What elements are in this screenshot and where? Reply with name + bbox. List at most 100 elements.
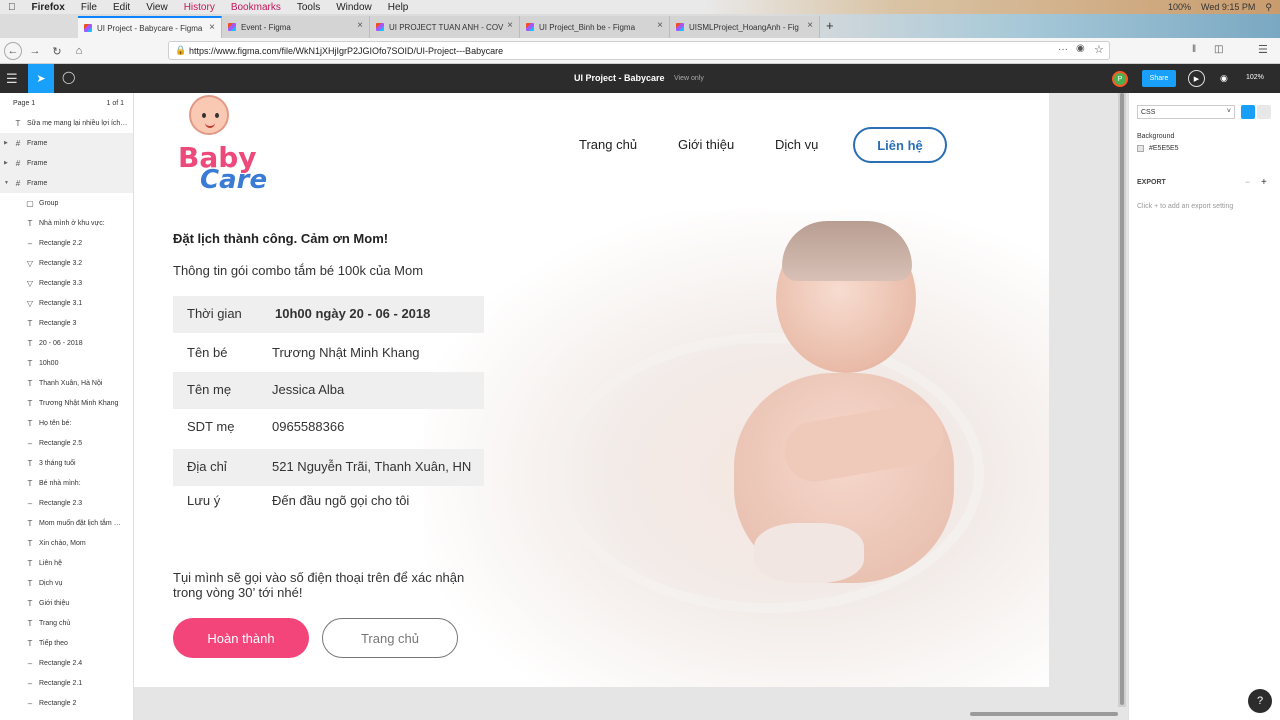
page-actions-icon[interactable]: ··· [1058, 44, 1068, 55]
layer-item[interactable]: ▽ Rectangle 3.3 [0, 273, 133, 293]
layer-label: Nhà mình ở khu vực: [39, 219, 105, 227]
layer-item[interactable]: T Dịch vụ [0, 573, 133, 593]
layer-label: 20 - 06 - 2018 [39, 339, 83, 347]
layer-item[interactable]: ▶ # Frame [0, 133, 133, 153]
layer-item[interactable]: T 20 - 06 - 2018 [0, 333, 133, 353]
menu-tools[interactable]: Tools [289, 2, 328, 13]
move-tool-icon[interactable]: ➤ [28, 64, 54, 93]
layer-item[interactable]: T Thanh Xuân, Hà Nội [0, 373, 133, 393]
present-play-icon[interactable]: ▶ [1188, 70, 1205, 87]
layer-item[interactable]: T Liên hệ [0, 553, 133, 573]
background-value[interactable]: #E5E5E5 [1149, 145, 1179, 152]
menu-edit[interactable]: Edit [105, 2, 138, 13]
close-icon[interactable]: × [657, 20, 663, 31]
share-button[interactable]: Share [1142, 70, 1176, 87]
layer-item[interactable]: T Sữa mẹ mang lại nhiều lợi ích… [0, 113, 133, 133]
battery-indicator[interactable]: 100% [1168, 2, 1191, 12]
layer-item[interactable]: T Trang chủ [0, 613, 133, 633]
forward-button[interactable]: → [26, 42, 44, 60]
page-selector[interactable]: Page 1 1 of 1 [0, 93, 133, 113]
layer-item[interactable]: T Bé nhà mình: [0, 473, 133, 493]
background-swatch[interactable] [1137, 145, 1144, 152]
layer-item[interactable]: ▽ Rectangle 3.1 [0, 293, 133, 313]
caret-right-icon[interactable]: ▶ [4, 140, 10, 146]
design-frame[interactable]: Baby Care Trang chủ Giới thiệu Dịch vụ L… [134, 93, 1049, 687]
layer-item[interactable]: – Rectangle 2.5 [0, 433, 133, 453]
clock[interactable]: Wed 9:15 PM [1201, 2, 1255, 12]
browser-tab[interactable]: UI Project - Babycare - Figma × [78, 16, 222, 38]
figma-icon [376, 23, 384, 31]
back-button[interactable]: ← [4, 42, 22, 60]
search-icon[interactable]: ⚲ [1265, 2, 1272, 13]
menu-bookmarks[interactable]: Bookmarks [223, 2, 289, 13]
layer-item[interactable]: T 10h00 [0, 353, 133, 373]
layer-item[interactable]: T Tiếp theo [0, 633, 133, 653]
vertical-scrollbar[interactable] [1118, 93, 1126, 707]
nav-home[interactable]: Trang chủ [579, 137, 637, 152]
new-tab-button[interactable]: + [826, 18, 834, 33]
library-icon[interactable]: ‖ [1192, 44, 1196, 55]
menu-help[interactable]: Help [380, 2, 417, 13]
file-title[interactable]: UI Project - Babycare [574, 73, 665, 83]
close-icon[interactable]: × [507, 20, 513, 31]
lock-icon: 🔒 [175, 45, 187, 55]
pocket-icon[interactable]: ◉ [1076, 43, 1085, 54]
nav-about[interactable]: Giới thiệu [678, 137, 734, 152]
layer-item[interactable]: T Rectangle 3 [0, 313, 133, 333]
menu-firefox[interactable]: Firefox [24, 2, 73, 13]
nav-contact-button[interactable]: Liên hệ [853, 127, 947, 163]
menu-window[interactable]: Window [328, 2, 380, 13]
horizontal-scrollbar[interactable] [970, 712, 1118, 716]
layer-item[interactable]: ▽ Rectangle 3.2 [0, 253, 133, 273]
scroll-thumb[interactable] [1120, 93, 1124, 705]
layer-item[interactable]: T Nhà mình ở khu vực: [0, 213, 133, 233]
code-view-toggle[interactable] [1257, 105, 1271, 119]
bookmark-star-icon[interactable]: ☆ [1094, 43, 1104, 56]
layer-item[interactable]: T Trương Nhật Minh Khang [0, 393, 133, 413]
close-icon[interactable]: × [807, 20, 813, 31]
close-icon[interactable]: × [357, 20, 363, 31]
browser-tab[interactable]: UI Project_Binh be - Figma × [520, 16, 670, 38]
home-button[interactable]: Trang chủ [322, 618, 458, 658]
nav-services[interactable]: Dịch vụ [775, 137, 818, 152]
caret-right-icon[interactable]: ▶ [4, 160, 10, 166]
layer-item[interactable]: – Rectangle 2.4 [0, 653, 133, 673]
browser-tab[interactable]: Event - Figma × [222, 16, 370, 38]
layer-item[interactable]: T Họ tên bé: [0, 413, 133, 433]
apple-icon[interactable]:  [0, 2, 24, 13]
comment-tool-icon[interactable]: ◯ [62, 70, 75, 84]
layer-item[interactable]: ▶ # Frame [0, 153, 133, 173]
add-export-icon[interactable]: + [1261, 177, 1267, 188]
caret-down-icon[interactable]: ▼ [4, 180, 10, 186]
done-button[interactable]: Hoàn thành [173, 618, 309, 658]
layer-item[interactable]: – Rectangle 2 [0, 693, 133, 713]
menu-history[interactable]: History [176, 2, 223, 13]
help-button[interactable]: ? [1248, 689, 1272, 713]
browser-tab[interactable]: UI PROJECT TUAN ANH - COV × [370, 16, 520, 38]
menu-file[interactable]: File [73, 2, 105, 13]
layer-item[interactable]: ▼ # Frame [0, 173, 133, 193]
layer-item[interactable]: T Giới thiệu [0, 593, 133, 613]
view-eye-icon[interactable]: ◉ [1220, 73, 1228, 84]
menu-icon[interactable]: ☰ [1258, 43, 1268, 56]
minus-icon[interactable]: − [1245, 177, 1250, 187]
layer-item[interactable]: T Xin chào, Mom [0, 533, 133, 553]
list-view-toggle[interactable] [1241, 105, 1255, 119]
hamburger-menu-icon[interactable]: ☰ [6, 71, 18, 87]
layer-item[interactable]: – Rectangle 2.3 [0, 493, 133, 513]
browser-tab[interactable]: UISMLProject_HoangAnh - Fig × [670, 16, 820, 38]
menu-view[interactable]: View [138, 2, 176, 13]
url-bar[interactable]: 🔒 https://www.figma.com/file/WkN1jXHjIgr… [168, 41, 1110, 60]
home-button[interactable]: ⌂ [70, 42, 88, 60]
sidebar-icon[interactable]: ◫ [1214, 44, 1223, 55]
layer-item[interactable]: – Rectangle 2.2 [0, 233, 133, 253]
layer-item[interactable]: T Mom muốn đặt lịch tắm … [0, 513, 133, 533]
layer-item[interactable]: ▢ Group [0, 193, 133, 213]
layer-item[interactable]: T 3 tháng tuổi [0, 453, 133, 473]
avatar[interactable]: P [1112, 71, 1128, 87]
close-icon[interactable]: × [209, 22, 215, 33]
code-format-select[interactable]: CSS ˅ [1137, 105, 1235, 119]
reload-button[interactable]: ↻ [48, 42, 66, 60]
layer-item[interactable]: – Rectangle 2.1 [0, 673, 133, 693]
zoom-level[interactable]: 102% [1246, 74, 1264, 81]
